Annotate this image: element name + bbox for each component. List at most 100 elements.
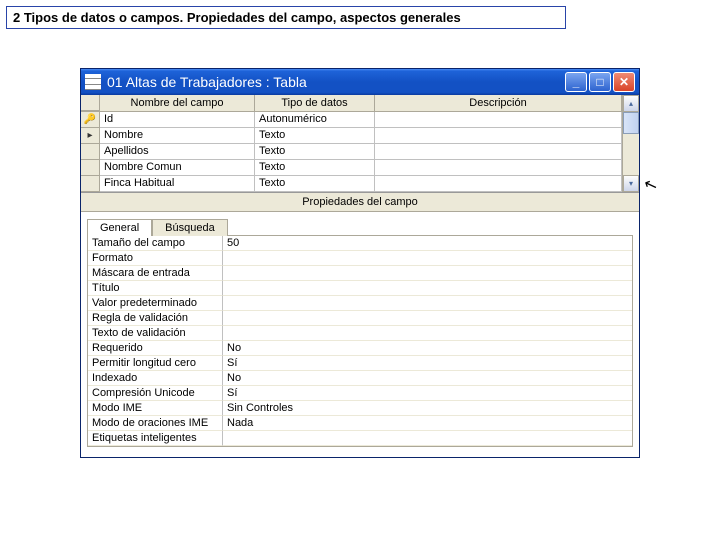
properties-panel: General Búsqueda Tamaño del campo50 Form… [81, 212, 639, 457]
row-selector[interactable]: 🔑 [81, 112, 100, 128]
properties-grid: Tamaño del campo50 Formato Máscara de en… [87, 235, 633, 447]
property-row[interactable]: Título [88, 281, 632, 296]
chevron-up-icon: ▴ [629, 99, 633, 108]
field-type-cell[interactable]: Texto [255, 128, 375, 144]
property-row[interactable]: Modo de oraciones IMENada [88, 416, 632, 431]
property-row[interactable]: Texto de validación [88, 326, 632, 341]
table-row[interactable]: Apellidos Texto [81, 144, 622, 160]
property-label: Modo de oraciones IME [88, 416, 223, 431]
primary-key-icon: 🔑 [84, 114, 96, 125]
property-value[interactable] [223, 281, 632, 296]
property-row[interactable]: RequeridoNo [88, 341, 632, 356]
property-value[interactable] [223, 311, 632, 326]
row-selector-header [81, 95, 100, 111]
property-value[interactable] [223, 431, 632, 446]
table-row[interactable]: 🔑 Id Autonumérico [81, 112, 622, 128]
property-row[interactable]: Modo IMESin Controles [88, 401, 632, 416]
scroll-track[interactable] [623, 134, 639, 175]
scroll-thumb[interactable] [623, 112, 639, 134]
property-label: Formato [88, 251, 223, 266]
grid-header-row: Nombre del campo Tipo de datos Descripci… [81, 95, 622, 112]
cursor-icon: ↖ [641, 173, 660, 196]
tab-busqueda[interactable]: Búsqueda [152, 219, 228, 236]
col-header-name[interactable]: Nombre del campo [100, 95, 255, 111]
property-label: Compresión Unicode [88, 386, 223, 401]
property-row[interactable]: Formato [88, 251, 632, 266]
scroll-down-button[interactable]: ▾ [623, 175, 639, 192]
property-label: Tamaño del campo [88, 236, 223, 251]
row-selector[interactable] [81, 176, 100, 192]
property-row[interactable]: Máscara de entrada [88, 266, 632, 281]
property-row[interactable]: Regla de validación [88, 311, 632, 326]
property-label: Título [88, 281, 223, 296]
property-value[interactable]: Nada [223, 416, 632, 431]
field-type-cell[interactable]: Texto [255, 176, 375, 192]
table-row[interactable]: Finca Habitual Texto [81, 176, 622, 192]
field-desc-cell[interactable] [375, 176, 622, 192]
field-type-cell[interactable]: Autonumérico [255, 112, 375, 128]
property-label: Etiquetas inteligentes [88, 431, 223, 446]
property-row[interactable]: Etiquetas inteligentes [88, 431, 632, 446]
field-name-cell[interactable]: Nombre Comun [100, 160, 255, 176]
property-value[interactable] [223, 326, 632, 341]
property-row[interactable]: Valor predeterminado [88, 296, 632, 311]
property-row[interactable]: Tamaño del campo50 [88, 236, 632, 251]
property-value[interactable]: Sí [223, 386, 632, 401]
field-name-cell[interactable]: Finca Habitual [100, 176, 255, 192]
col-header-type[interactable]: Tipo de datos [255, 95, 375, 111]
field-properties-label: Propiedades del campo [81, 193, 639, 212]
property-row[interactable]: Compresión UnicodeSí [88, 386, 632, 401]
table-row[interactable]: ▸ Nombre Texto [81, 128, 622, 144]
tab-general[interactable]: General [87, 219, 152, 236]
maximize-icon: □ [596, 75, 603, 89]
vertical-scrollbar[interactable]: ▴ ▾ [622, 95, 639, 192]
property-label: Texto de validación [88, 326, 223, 341]
field-name-cell[interactable]: Nombre [100, 128, 255, 144]
property-label: Requerido [88, 341, 223, 356]
field-grid: Nombre del campo Tipo de datos Descripci… [81, 95, 639, 193]
close-icon: ✕ [619, 75, 629, 89]
property-label: Regla de validación [88, 311, 223, 326]
property-row[interactable]: Permitir longitud ceroSí [88, 356, 632, 371]
chevron-down-icon: ▾ [629, 179, 633, 188]
property-value[interactable]: No [223, 341, 632, 356]
field-type-cell[interactable]: Texto [255, 160, 375, 176]
field-desc-cell[interactable] [375, 128, 622, 144]
table-icon [85, 74, 101, 90]
field-desc-cell[interactable] [375, 160, 622, 176]
titlebar[interactable]: 01 Altas de Trabajadores : Tabla _ □ ✕ [81, 69, 639, 95]
field-desc-cell[interactable] [375, 144, 622, 160]
property-label: Modo IME [88, 401, 223, 416]
field-name-cell[interactable]: Id [100, 112, 255, 128]
property-value[interactable]: Sí [223, 356, 632, 371]
field-name-cell[interactable]: Apellidos [100, 144, 255, 160]
property-value[interactable] [223, 296, 632, 311]
property-label: Máscara de entrada [88, 266, 223, 281]
field-type-cell[interactable]: Texto [255, 144, 375, 160]
current-row-icon: ▸ [87, 130, 92, 141]
scroll-up-button[interactable]: ▴ [623, 95, 639, 112]
property-value[interactable] [223, 266, 632, 281]
table-row[interactable]: Nombre Comun Texto [81, 160, 622, 176]
window-title: 01 Altas de Trabajadores : Tabla [107, 74, 565, 90]
page-header: 2 Tipos de datos o campos. Propiedades d… [6, 6, 566, 29]
row-selector[interactable] [81, 160, 100, 176]
minimize-button[interactable]: _ [565, 72, 587, 92]
property-label: Valor predeterminado [88, 296, 223, 311]
property-value[interactable]: 50 [223, 236, 632, 251]
maximize-button[interactable]: □ [589, 72, 611, 92]
field-desc-cell[interactable] [375, 112, 622, 128]
property-label: Indexado [88, 371, 223, 386]
property-value[interactable]: No [223, 371, 632, 386]
close-button[interactable]: ✕ [613, 72, 635, 92]
properties-tabs: General Búsqueda [87, 218, 633, 235]
property-row[interactable]: IndexadoNo [88, 371, 632, 386]
property-label: Permitir longitud cero [88, 356, 223, 371]
minimize-icon: _ [573, 75, 580, 89]
property-value[interactable] [223, 251, 632, 266]
table-design-window: 01 Altas de Trabajadores : Tabla _ □ ✕ N… [80, 68, 640, 458]
col-header-desc[interactable]: Descripción [375, 95, 622, 111]
row-selector[interactable]: ▸ [81, 128, 100, 144]
property-value[interactable]: Sin Controles [223, 401, 632, 416]
row-selector[interactable] [81, 144, 100, 160]
